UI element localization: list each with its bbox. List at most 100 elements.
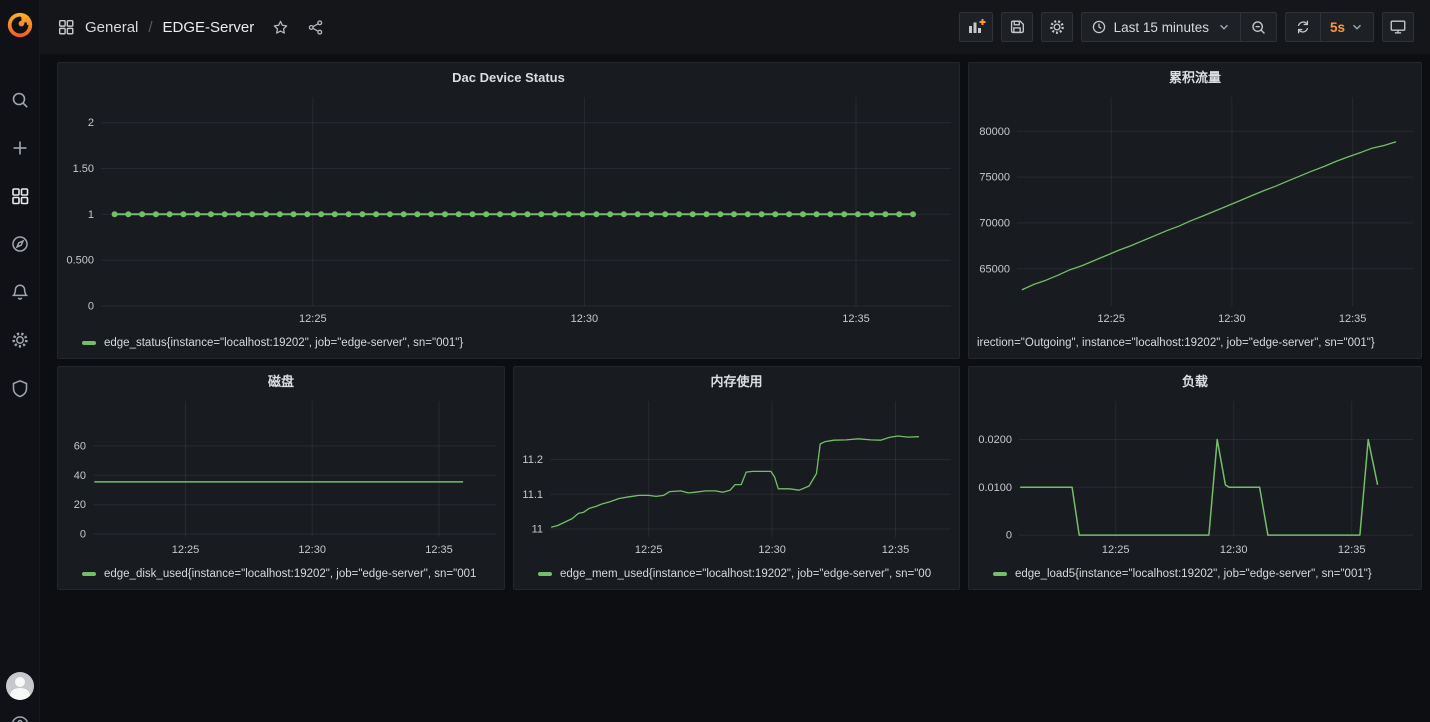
refresh-icon <box>1295 19 1311 35</box>
zoom-out-icon <box>1250 19 1267 36</box>
refresh-controls: 5s <box>1285 12 1374 42</box>
time-series-chart[interactable]: 0 0.0100 0.0200 12:25 12:30 12:35 <box>969 397 1421 563</box>
time-series-chart[interactable]: 020406012:2512:3012:35 <box>58 397 504 563</box>
grafana-logo-icon[interactable] <box>5 10 35 40</box>
sidebar-item-alerting[interactable] <box>0 268 40 316</box>
svg-text:12:25: 12:25 <box>1102 544 1130 556</box>
panel-title[interactable]: 内存使用 <box>514 367 959 397</box>
svg-text:65000: 65000 <box>979 263 1010 275</box>
svg-text:11.2: 11.2 <box>522 454 543 466</box>
time-range-label: Last 15 minutes <box>1114 20 1209 35</box>
svg-text:0.500: 0.500 <box>66 255 94 267</box>
panel-title[interactable]: Dac Device Status <box>58 63 959 93</box>
refresh-interval-picker[interactable]: 5s <box>1320 13 1373 41</box>
panel-title[interactable]: 累积流量 <box>969 63 1421 93</box>
clock-icon <box>1091 19 1107 35</box>
gear-icon <box>1048 18 1066 36</box>
svg-text:0: 0 <box>80 529 86 541</box>
svg-text:12:30: 12:30 <box>298 544 326 556</box>
legend-label: edge_disk_used{instance="localhost:19202… <box>104 568 476 580</box>
add-panel-button[interactable] <box>959 12 993 42</box>
breadcrumb-dashboard-title[interactable]: EDGE-Server <box>163 19 255 36</box>
svg-text:12:25: 12:25 <box>635 544 663 556</box>
avatar-head-icon <box>15 677 25 687</box>
breadcrumb-separator: / <box>148 19 152 36</box>
bell-icon <box>10 282 30 302</box>
time-series-chart[interactable]: 1111.111.212:2512:3012:35 <box>514 397 959 563</box>
svg-text:0.0200: 0.0200 <box>978 434 1012 446</box>
sidebar <box>0 0 40 722</box>
plus-icon <box>10 138 30 158</box>
svg-text:0: 0 <box>88 301 94 313</box>
time-controls: Last 15 minutes <box>1081 12 1277 42</box>
sidebar-item-create[interactable] <box>0 124 40 172</box>
legend-label: edge_mem_used{instance="localhost:19202"… <box>560 568 931 580</box>
panel-memory-usage: 内存使用 1111.111.212:2512:3012:35 edge_mem_… <box>513 366 960 590</box>
monitor-icon <box>1389 18 1407 36</box>
legend-swatch <box>82 341 96 345</box>
svg-text:1.50: 1.50 <box>73 163 94 175</box>
svg-text:20: 20 <box>74 499 86 511</box>
svg-text:12:25: 12:25 <box>172 544 200 556</box>
apps-grid-icon <box>57 18 75 36</box>
dashboards-grid-icon <box>10 186 30 206</box>
cycle-view-mode-button[interactable] <box>1382 12 1414 42</box>
dashboard-settings-button[interactable] <box>1041 12 1073 42</box>
legend-item[interactable]: edge_load5{instance="localhost:19202", j… <box>969 563 1421 589</box>
time-range-picker[interactable]: Last 15 minutes <box>1082 13 1240 41</box>
legend-label: irection="Outgoing", instance="localhost… <box>977 337 1375 349</box>
zoom-out-button[interactable] <box>1240 13 1276 41</box>
legend-item[interactable]: edge_status{instance="localhost:19202", … <box>58 332 959 358</box>
sidebar-item-server-admin[interactable] <box>0 364 40 412</box>
svg-text:12:30: 12:30 <box>1220 544 1248 556</box>
refresh-button[interactable] <box>1286 13 1320 41</box>
sidebar-item-configuration[interactable] <box>0 316 40 364</box>
svg-text:0: 0 <box>1006 530 1012 542</box>
sidebar-item-search[interactable] <box>0 76 40 124</box>
svg-text:11: 11 <box>532 524 543 536</box>
panel-title[interactable]: 负载 <box>969 367 1421 397</box>
save-icon <box>1008 18 1026 36</box>
legend-item[interactable]: irection="Outgoing", instance="localhost… <box>969 332 1421 358</box>
share-alt-icon <box>307 19 324 36</box>
refresh-interval-label: 5s <box>1330 20 1345 35</box>
user-avatar[interactable] <box>6 672 34 700</box>
share-dashboard-button[interactable] <box>307 19 324 36</box>
legend-item[interactable]: edge_mem_used{instance="localhost:19202"… <box>514 563 959 589</box>
time-series-chart[interactable]: 00.50011.50212:2512:3012:35 <box>58 93 959 332</box>
legend-item[interactable]: edge_disk_used{instance="localhost:19202… <box>58 563 504 589</box>
compass-icon <box>10 234 30 254</box>
star-dashboard-button[interactable] <box>272 19 289 36</box>
sidebar-item-explore[interactable] <box>0 220 40 268</box>
shield-icon <box>10 378 30 398</box>
dashboard-toolbar: Last 15 minutes 5s <box>959 12 1414 42</box>
chevron-down-icon <box>1217 20 1231 34</box>
help-circle-icon[interactable] <box>9 714 31 722</box>
panel-dac-device-status: Dac Device Status 00.50011.50212:2512:30… <box>57 62 960 359</box>
legend-swatch <box>993 572 1007 576</box>
star-icon <box>272 19 289 36</box>
svg-text:12:35: 12:35 <box>1339 313 1367 325</box>
svg-text:12:35: 12:35 <box>1338 544 1366 556</box>
svg-text:2: 2 <box>88 117 94 129</box>
search-icon <box>10 90 30 110</box>
svg-text:75000: 75000 <box>979 172 1010 184</box>
svg-text:12:35: 12:35 <box>842 313 870 325</box>
breadcrumb: General / EDGE-Server <box>57 18 324 36</box>
svg-text:0.0100: 0.0100 <box>978 482 1012 494</box>
avatar-body-icon <box>10 688 30 700</box>
panel-title[interactable]: 磁盘 <box>58 367 504 397</box>
gear-icon <box>10 330 30 350</box>
save-dashboard-button[interactable] <box>1001 12 1033 42</box>
sidebar-item-dashboards[interactable] <box>0 172 40 220</box>
svg-text:12:30: 12:30 <box>758 544 786 556</box>
time-series-chart[interactable]: 6500070000750008000012:2512:3012:35 <box>969 93 1421 332</box>
panel-disk: 磁盘 020406012:2512:3012:35 edge_disk_used… <box>57 366 505 590</box>
breadcrumb-folder[interactable]: General <box>85 19 138 36</box>
add-panel-icon <box>966 17 986 37</box>
svg-text:1: 1 <box>88 209 94 221</box>
legend-label: edge_load5{instance="localhost:19202", j… <box>1015 568 1372 580</box>
legend-swatch <box>538 572 552 576</box>
svg-text:80000: 80000 <box>979 126 1010 138</box>
panel-cumulative-traffic: 累积流量 6500070000750008000012:2512:3012:35… <box>968 62 1422 359</box>
